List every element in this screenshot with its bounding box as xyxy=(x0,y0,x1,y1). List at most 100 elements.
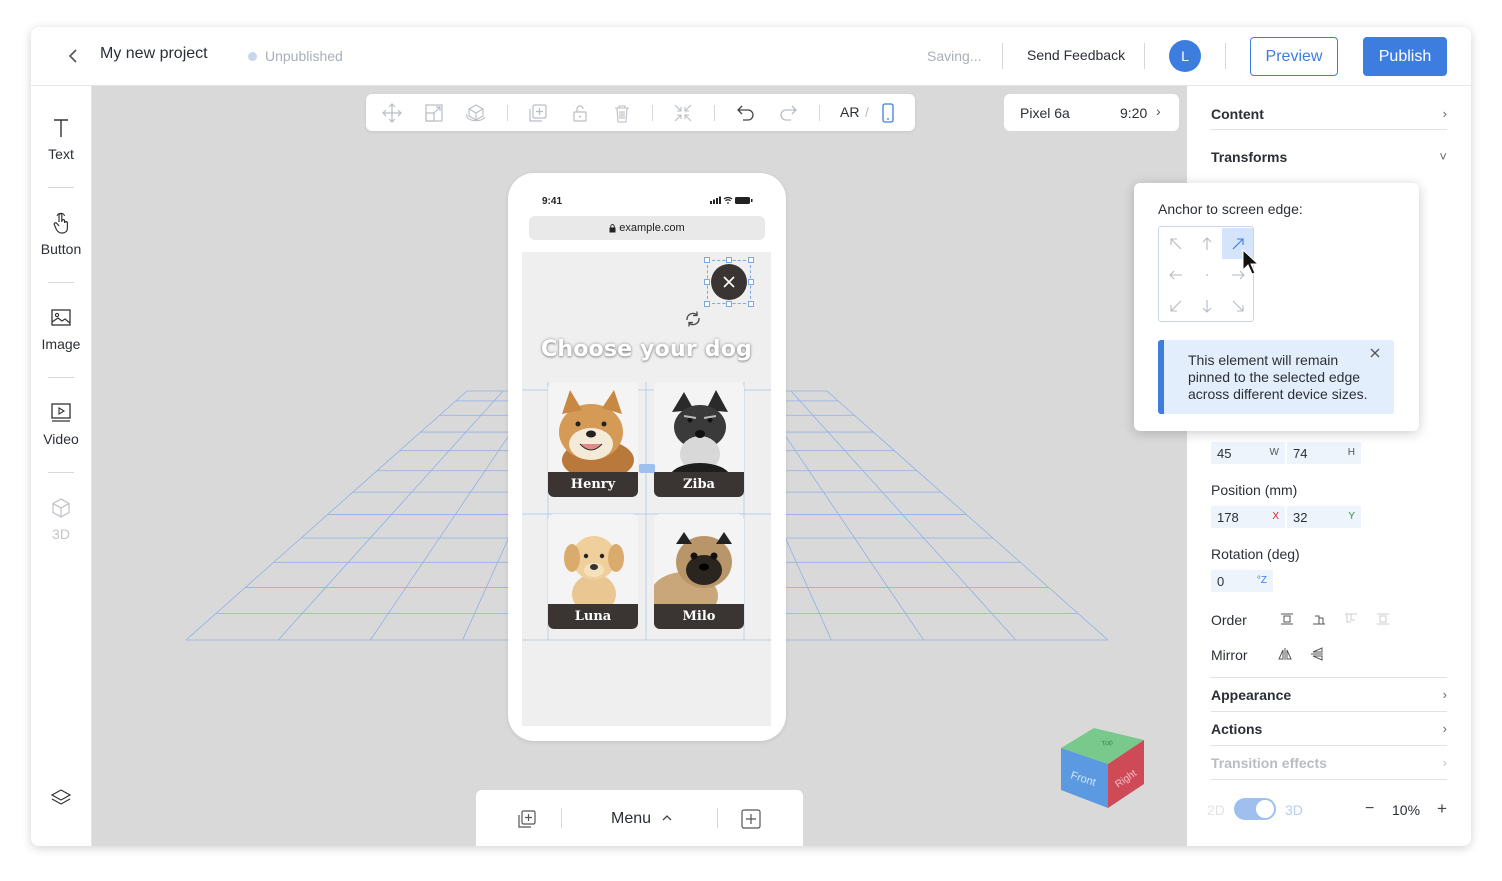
dog-card-milo[interactable]: Milo xyxy=(654,514,744,629)
resize-handle[interactable] xyxy=(639,464,655,473)
dog-card-luna[interactable]: Luna xyxy=(548,514,638,629)
scale-icon[interactable] xyxy=(423,102,445,124)
dog-card-ziba[interactable]: Ziba xyxy=(654,382,744,497)
position-x-field[interactable]: 178 X xyxy=(1211,506,1285,528)
section-appearance[interactable]: Appearance › xyxy=(1211,687,1447,703)
anchor-top-left[interactable] xyxy=(1160,228,1191,259)
video-icon xyxy=(51,403,71,422)
close-button[interactable] xyxy=(711,264,747,300)
phone-icon[interactable] xyxy=(877,102,899,124)
tool-image[interactable]: Image xyxy=(31,306,91,352)
toolbar-divider xyxy=(48,282,74,283)
menu-dropdown[interactable]: Menu xyxy=(611,810,673,828)
redo-icon[interactable] xyxy=(777,102,799,124)
resize-handle[interactable] xyxy=(748,279,754,285)
section-transforms[interactable]: Transforms ˅ xyxy=(1211,149,1447,165)
anchor-bottom-right[interactable] xyxy=(1222,290,1253,321)
project-title[interactable]: My new project xyxy=(100,45,208,63)
publish-button[interactable]: Publish xyxy=(1363,37,1447,76)
resize-handle[interactable] xyxy=(726,301,732,307)
position-y-field[interactable]: 32 Y xyxy=(1287,506,1361,528)
resize-handle[interactable] xyxy=(726,257,732,263)
signal-wifi-battery-icon xyxy=(710,196,753,204)
phone-screen[interactable]: Choose your dog Henry Ziba Luna Milo xyxy=(522,252,771,726)
status-label: Unpublished xyxy=(265,48,343,64)
rotate-handle-icon[interactable] xyxy=(683,309,703,329)
anchor-bottom[interactable] xyxy=(1191,290,1222,321)
duplicate-icon[interactable] xyxy=(527,102,549,124)
resize-handle[interactable] xyxy=(748,301,754,307)
bring-to-front-icon[interactable] xyxy=(1279,611,1295,627)
lock-icon[interactable] xyxy=(569,102,591,124)
toolbar-divider xyxy=(714,105,715,121)
height-unit: H xyxy=(1347,447,1355,458)
tool-3d[interactable]: 3D xyxy=(31,496,91,542)
mode-3d-label[interactable]: 3D xyxy=(1285,802,1303,818)
zoom-level: 10% xyxy=(1392,802,1421,818)
arrow-down-left-icon xyxy=(1169,300,1181,312)
mirror-horizontal-icon[interactable] xyxy=(1277,646,1293,662)
dog-name: Henry xyxy=(548,472,638,497)
chevron-right-icon: › xyxy=(1156,103,1161,119)
section-divider xyxy=(1211,745,1447,746)
section-actions[interactable]: Actions › xyxy=(1211,721,1447,737)
send-feedback-link[interactable]: Send Feedback xyxy=(1027,47,1125,63)
resize-handle[interactable] xyxy=(748,257,754,263)
rotation-z-field[interactable]: 0 °Z xyxy=(1211,570,1273,592)
view-cube[interactable]: Top Front Right xyxy=(1058,718,1148,810)
chevron-right-icon: › xyxy=(1442,687,1447,702)
move-icon[interactable] xyxy=(381,102,403,124)
dog-name: Luna xyxy=(548,604,638,629)
add-element-icon[interactable] xyxy=(740,808,762,830)
tool-video[interactable]: Video xyxy=(31,401,91,447)
screen-heading: Choose your dog xyxy=(541,337,752,362)
toolbar-divider xyxy=(48,377,74,378)
layers-button[interactable] xyxy=(31,786,91,816)
resize-handle[interactable] xyxy=(704,301,710,307)
tool-button[interactable]: Button xyxy=(31,211,91,257)
anchor-bottom-left[interactable] xyxy=(1160,290,1191,321)
position-label: Position (mm) xyxy=(1211,482,1298,498)
tool-label: Video xyxy=(43,431,79,447)
send-to-back-icon[interactable] xyxy=(1375,611,1391,627)
menu-label: Menu xyxy=(611,810,652,827)
zoom-in-button[interactable]: + xyxy=(1437,799,1447,819)
width-value: 45 xyxy=(1217,446,1232,461)
rotate-3d-icon[interactable] xyxy=(465,102,487,124)
avatar[interactable]: L xyxy=(1169,40,1201,72)
trash-icon[interactable] xyxy=(611,102,633,124)
chevron-right-icon: › xyxy=(1442,755,1447,770)
anchor-top[interactable] xyxy=(1191,228,1222,259)
resize-handle[interactable] xyxy=(704,257,710,263)
dimension-toggle[interactable] xyxy=(1234,798,1276,820)
tool-text[interactable]: Text xyxy=(31,116,91,162)
bring-forward-icon[interactable] xyxy=(1311,611,1327,627)
ar-toggle[interactable]: AR xyxy=(840,104,859,120)
chevron-right-icon: › xyxy=(1442,721,1447,736)
width-field[interactable]: 45 W xyxy=(1211,442,1285,464)
zoom-out-button[interactable]: − xyxy=(1365,800,1374,818)
anchor-center[interactable] xyxy=(1191,259,1222,290)
canvas[interactable]: AR / Pixel 6a 9:20 › 9:41 example.com Ch… xyxy=(92,86,1187,846)
undo-icon[interactable] xyxy=(735,102,757,124)
device-selector[interactable]: Pixel 6a 9:20 › xyxy=(1004,94,1179,131)
close-icon[interactable] xyxy=(1368,346,1382,360)
grid-line xyxy=(277,390,504,641)
height-field[interactable]: 74 H xyxy=(1287,442,1361,464)
resize-handle[interactable] xyxy=(704,279,710,285)
tool-label: 3D xyxy=(52,526,70,542)
mirror-vertical-icon[interactable] xyxy=(1309,646,1325,662)
mode-2d-label[interactable]: 2D xyxy=(1207,802,1225,818)
browser-url-bar[interactable]: example.com xyxy=(529,216,765,240)
send-backward-icon[interactable] xyxy=(1343,611,1359,627)
section-title: Content xyxy=(1211,106,1264,122)
phone-mockup: 9:41 example.com Choose your dog Henry Z… xyxy=(508,173,786,741)
preview-button[interactable]: Preview xyxy=(1250,37,1338,76)
anchor-left[interactable] xyxy=(1160,259,1191,290)
section-content[interactable]: Content › xyxy=(1211,106,1447,122)
collapse-icon[interactable] xyxy=(672,102,694,124)
dog-card-henry[interactable]: Henry xyxy=(548,382,638,497)
section-transition-effects[interactable]: Transition effects › xyxy=(1211,755,1447,771)
add-screen-icon[interactable] xyxy=(516,808,538,830)
back-button[interactable] xyxy=(63,45,85,67)
